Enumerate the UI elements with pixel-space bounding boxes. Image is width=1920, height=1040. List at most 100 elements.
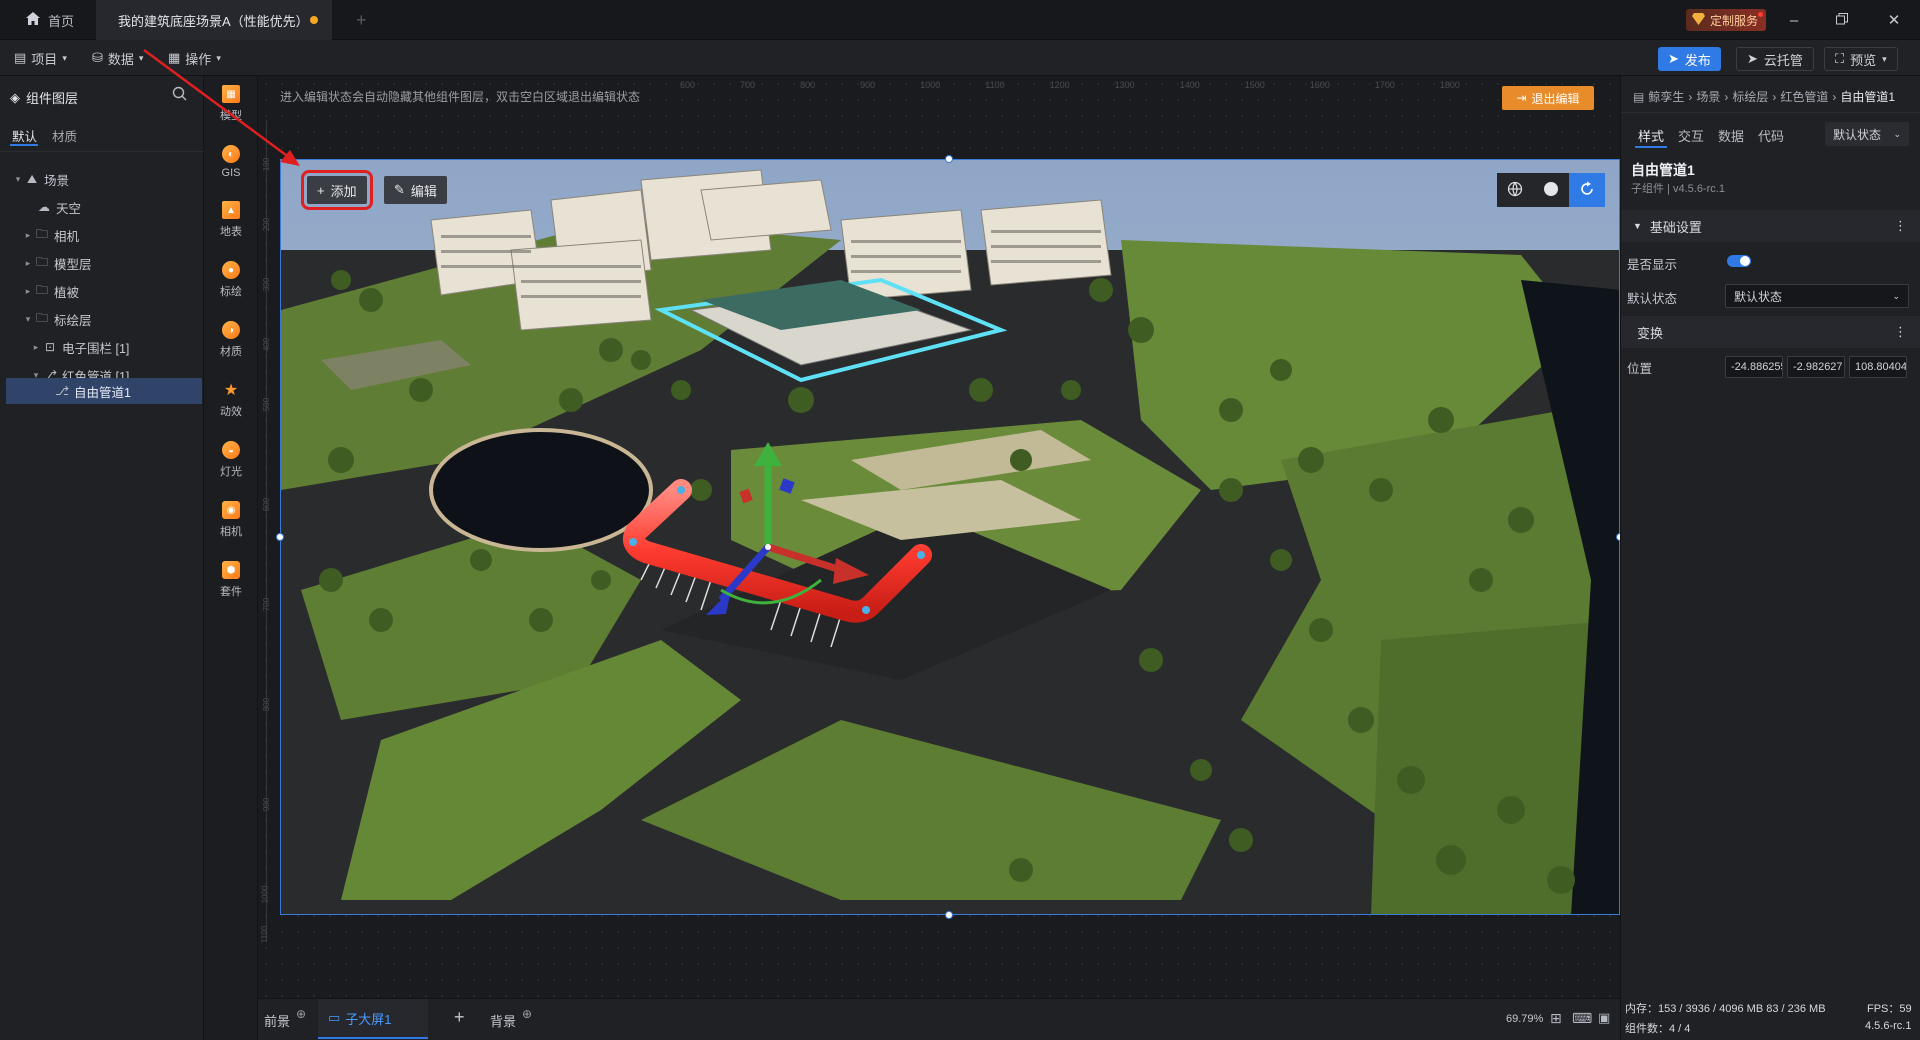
tab-default[interactable]: 默认 [12, 126, 37, 145]
material-icon: ◑ [222, 321, 240, 339]
tab-data[interactable]: 数据 [1718, 126, 1744, 145]
tree-item-camera[interactable]: ▸ 🗀 相机 [0, 222, 204, 248]
view-solid-button[interactable] [1533, 173, 1569, 207]
send-icon: ➤ [1747, 51, 1758, 66]
more-icon[interactable]: ⋮ [1894, 218, 1907, 234]
layers-icon: ◈ [10, 89, 20, 105]
section-basic-settings[interactable]: ▼ 基础设置 ⋮ [1621, 210, 1920, 242]
breadcrumb-item[interactable]: 标绘层 [1732, 88, 1768, 105]
position-z-input[interactable]: 108.804049 [1849, 356, 1907, 378]
tool-plot[interactable]: ● 标绘 [204, 252, 258, 308]
breadcrumb-item[interactable]: 场景 [1696, 88, 1720, 105]
close-window-button[interactable]: ✕ [1880, 8, 1908, 32]
tree-item-plot-layer[interactable]: ▾ 🗀 标绘层 [0, 306, 204, 332]
caret-right-icon: ▸ [25, 257, 31, 268]
edit-button[interactable]: ✎ 编辑 [384, 176, 447, 204]
exit-edit-button[interactable]: ⇥ 退出编辑 [1502, 86, 1594, 110]
menu-project[interactable]: ▤ 项目 ▾ [14, 48, 67, 68]
caret-down-icon: ▾ [25, 313, 31, 324]
tool-kit[interactable]: ⬢ 套件 [204, 552, 258, 608]
resize-handle[interactable] [276, 533, 284, 541]
view-orbit-button[interactable] [1569, 173, 1605, 207]
tool-label: 标绘 [220, 286, 242, 298]
exit-icon: ⇥ [1516, 91, 1527, 105]
preview-button[interactable]: ⛶ 预览 ▾ [1824, 47, 1898, 71]
ruler-tick: 1800 [1439, 80, 1460, 90]
state-select[interactable]: 默认状态 ⌄ [1825, 122, 1909, 146]
add-front-icon[interactable]: ⊕ [296, 1007, 306, 1021]
tab-sub-screen[interactable]: ▭ 子大屏1 [318, 999, 428, 1039]
ruler-tick: 300 [262, 277, 272, 292]
resize-handle[interactable] [945, 155, 953, 163]
more-icon[interactable]: ⋮ [1894, 324, 1907, 340]
tool-label: 材质 [220, 346, 242, 358]
scene-viewport[interactable] [280, 159, 1620, 915]
ruler-tick: 1100 [985, 80, 1005, 90]
default-state-label: 默认状态 [1627, 292, 1678, 306]
section-title: 变换 [1637, 325, 1664, 341]
tool-camera[interactable]: ◉ 相机 [204, 492, 258, 548]
minimize-button[interactable]: – [1780, 8, 1808, 32]
tab-style[interactable]: 样式 [1638, 126, 1664, 145]
add-button[interactable]: + 添加 [301, 170, 373, 210]
position-x-input[interactable]: -24.886255 [1725, 356, 1783, 378]
menu-data[interactable]: ⛁ 数据 ▾ [92, 48, 143, 68]
screen-icon: ▤ [1633, 89, 1645, 104]
tab-project-label: 我的建筑底座场景A（性能优先） [118, 13, 309, 29]
show-label: 是否显示 [1627, 258, 1678, 272]
breadcrumb-item[interactable]: 鲸孪生 [1648, 88, 1684, 105]
keyboard-icon[interactable]: ⌨ [1572, 1010, 1592, 1027]
tool-light[interactable]: ◒ 灯光 [204, 432, 258, 488]
tree-item-model-layer[interactable]: ▸ 🗀 模型层 [0, 250, 204, 276]
tab-indicator [1635, 146, 1667, 148]
ruler-tick: 1500 [1244, 80, 1265, 90]
tool-effect[interactable]: ★ 动效 [204, 372, 258, 428]
tool-material[interactable]: ◑ 材质 [204, 312, 258, 368]
show-toggle[interactable] [1727, 255, 1751, 267]
tab-material[interactable]: 材质 [52, 126, 77, 145]
notification-dot-icon [1758, 12, 1764, 17]
kit-icon: ⬢ [222, 561, 240, 579]
ruler-tick: 200 [262, 217, 272, 232]
file-icon: ▤ [14, 50, 27, 65]
tree-item-label: 自由管道1 [74, 385, 131, 400]
position-y-input[interactable]: -2.982627 [1787, 356, 1845, 378]
publish-button[interactable]: ➤ 发布 [1658, 47, 1721, 71]
section-title: 基础设置 [1649, 219, 1702, 235]
component-name: 自由管道1 [1631, 162, 1695, 178]
tab-front[interactable]: 前景 [264, 1011, 290, 1030]
breadcrumb-item[interactable]: 红色管道 [1780, 88, 1828, 105]
position-label: 位置 [1627, 362, 1653, 376]
default-state-select[interactable]: 默认状态 ⌄ [1725, 284, 1909, 308]
tool-terrain[interactable]: ▲ 地表 [204, 192, 258, 248]
view-globe-button[interactable] [1497, 173, 1533, 207]
add-tab-button[interactable]: + [342, 0, 381, 40]
tab-project[interactable]: 我的建筑底座场景A（性能优先） [96, 0, 332, 40]
add-screen-button[interactable]: + [454, 1007, 465, 1028]
restore-button[interactable] [1828, 8, 1856, 32]
diamond-icon [1692, 13, 1705, 28]
tree-item-free-pipe[interactable]: ⎇ 自由管道1 [6, 378, 202, 404]
tab-code[interactable]: 代码 [1758, 126, 1784, 145]
tree-item-label: 模型层 [54, 257, 92, 272]
zoom-level[interactable]: 69.79% [1506, 1013, 1543, 1025]
pin-icon: ● [222, 261, 240, 279]
tab-interaction[interactable]: 交互 [1678, 126, 1704, 145]
tab-home[interactable]: 首页 [12, 0, 88, 40]
custom-service-button[interactable]: 定制服务 [1686, 9, 1767, 31]
section-transform[interactable]: 变换 ⋮ [1621, 316, 1920, 348]
star-icon: ★ [223, 382, 239, 399]
tree-item-vegetation[interactable]: ▸ 🗀 植被 [0, 278, 204, 304]
tab-back[interactable]: 背景 [490, 1011, 516, 1030]
cloud-host-button[interactable]: ➤ 云托管 [1736, 47, 1814, 71]
version-status: 4.5.6-rc.1 [1865, 1020, 1912, 1032]
terminal-icon[interactable]: ▣ [1598, 1010, 1610, 1026]
caret-right-icon: ▸ [33, 341, 39, 352]
tree-item-sky[interactable]: ☁ 天空 [0, 194, 204, 220]
tree-item-fence[interactable]: ▸ ⊡ 电子围栏 [1] [0, 334, 204, 360]
add-back-icon[interactable]: ⊕ [522, 1007, 532, 1021]
resize-handle[interactable] [945, 911, 953, 919]
ruler-tick: 800 [262, 697, 272, 712]
monitor-icon: ▭ [328, 1010, 341, 1025]
fit-screen-icon[interactable]: ⊞ [1550, 1010, 1562, 1027]
